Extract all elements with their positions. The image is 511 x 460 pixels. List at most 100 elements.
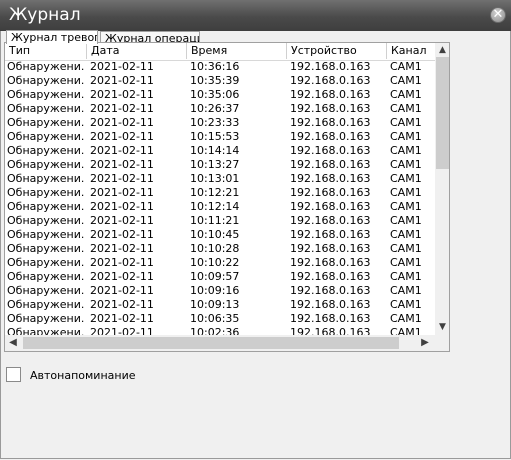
column-header-time[interactable]: Время xyxy=(187,43,287,59)
cell-type: Обнаружени... xyxy=(7,144,85,157)
cell-channel: CAM1 xyxy=(390,228,422,241)
cell-time: 10:14:14 xyxy=(190,144,240,157)
table-row[interactable]: Обнаружени... 2021-02-11 10:09:13 192.168.0… xyxy=(5,298,435,312)
cell-time: 10:09:57 xyxy=(190,270,240,283)
cell-time: 10:10:45 xyxy=(190,228,240,241)
cell-date: 2021-02-11 xyxy=(90,144,154,157)
table-row[interactable]: Обнаружени... 2021-02-11 10:14:14 192.168.0… xyxy=(5,144,435,158)
table-row[interactable]: Обнаружени... 2021-02-11 10:13:01 192.168.0… xyxy=(5,172,435,186)
table-row[interactable]: Обнаружени... 2021-02-11 10:35:39 192.168.0… xyxy=(5,74,435,88)
cell-device: 192.168.0.163 xyxy=(290,214,371,227)
cell-device: 192.168.0.163 xyxy=(290,144,371,157)
cell-channel: CAM1 xyxy=(390,242,422,255)
tab-alarm-log[interactable]: Журнал тревоги xyxy=(6,30,98,44)
cell-type: Обнаружени... xyxy=(7,158,85,171)
cell-channel: CAM1 xyxy=(390,270,422,283)
cell-time: 10:09:13 xyxy=(190,298,240,311)
scroll-up-arrow-icon[interactable]: ▲ xyxy=(435,43,449,57)
cell-type: Обнаружени... xyxy=(7,242,85,255)
cell-time: 10:09:16 xyxy=(190,284,240,297)
cell-date: 2021-02-11 xyxy=(90,298,154,311)
cell-channel: CAM1 xyxy=(390,284,422,297)
table-row[interactable]: Обнаружени... 2021-02-11 10:12:14 192.168.0… xyxy=(5,200,435,214)
cell-device: 192.168.0.163 xyxy=(290,186,371,199)
table-row[interactable]: Обнаружени... 2021-02-11 10:15:53 192.168.0… xyxy=(5,130,435,144)
table-row[interactable]: Обнаружени... 2021-02-11 10:13:27 192.168.0… xyxy=(5,158,435,172)
tab-label: Журнал тревоги xyxy=(11,31,98,44)
cell-time: 10:23:33 xyxy=(190,116,240,129)
cell-time: 10:12:21 xyxy=(190,186,240,199)
cell-date: 2021-02-11 xyxy=(90,102,154,115)
table-row[interactable]: Обнаружени... 2021-02-11 10:11:21 192.168.0… xyxy=(5,214,435,228)
column-header-channel[interactable]: Канал xyxy=(387,43,435,59)
cell-date: 2021-02-11 xyxy=(90,256,154,269)
scroll-left-arrow-icon[interactable]: ◀ xyxy=(5,335,21,351)
cell-type: Обнаружени... xyxy=(7,74,85,87)
log-table: Тип Дата Время Устройство Канал Обнаруже… xyxy=(4,42,450,352)
cell-date: 2021-02-11 xyxy=(90,158,154,171)
cell-date: 2021-02-11 xyxy=(90,228,154,241)
scroll-right-arrow-icon[interactable]: ▶ xyxy=(417,335,433,351)
cell-time: 10:36:16 xyxy=(190,60,240,73)
table-row[interactable]: Обнаружени... 2021-02-11 10:06:35 192.168.0… xyxy=(5,312,435,326)
table-header: Тип Дата Время Устройство Канал xyxy=(5,43,435,61)
cell-channel: CAM1 xyxy=(390,298,422,311)
cell-device: 192.168.0.163 xyxy=(290,270,371,283)
cell-type: Обнаружени... xyxy=(7,228,85,241)
cell-type: Обнаружени... xyxy=(7,270,85,283)
cell-device: 192.168.0.163 xyxy=(290,116,371,129)
cell-time: 10:35:39 xyxy=(190,74,240,87)
cell-type: Обнаружени... xyxy=(7,256,85,269)
cell-channel: CAM1 xyxy=(390,102,422,115)
table-row[interactable]: Обнаружени... 2021-02-11 10:09:57 192.168.0… xyxy=(5,270,435,284)
cell-type: Обнаружени... xyxy=(7,200,85,213)
cell-type: Обнаружени... xyxy=(7,130,85,143)
table-row[interactable]: Обнаружени... 2021-02-11 10:10:28 192.168.0… xyxy=(5,242,435,256)
cell-date: 2021-02-11 xyxy=(90,130,154,143)
cell-channel: CAM1 xyxy=(390,214,422,227)
cell-type: Обнаружени... xyxy=(7,172,85,185)
cell-date: 2021-02-11 xyxy=(90,284,154,297)
column-header-device[interactable]: Устройство xyxy=(287,43,387,59)
close-icon[interactable]: ✕ xyxy=(490,7,506,23)
table-row[interactable]: Обнаружени... 2021-02-11 10:23:33 192.168.0… xyxy=(5,116,435,130)
table-row[interactable]: Обнаружени... 2021-02-11 10:10:22 192.168.0… xyxy=(5,256,435,270)
cell-date: 2021-02-11 xyxy=(90,214,154,227)
cell-time: 10:10:22 xyxy=(190,256,240,269)
scroll-corner xyxy=(435,335,449,351)
cell-channel: CAM1 xyxy=(390,158,422,171)
cell-type: Обнаружени... xyxy=(7,312,85,325)
cell-date: 2021-02-11 xyxy=(90,88,154,101)
table-row[interactable]: Обнаружени... 2021-02-11 10:09:16 192.168.0… xyxy=(5,284,435,298)
table-row[interactable]: Обнаружени... 2021-02-11 10:35:06 192.168.0… xyxy=(5,88,435,102)
cell-device: 192.168.0.163 xyxy=(290,284,371,297)
cell-device: 192.168.0.163 xyxy=(290,130,371,143)
table-row[interactable]: Обнаружени... 2021-02-11 10:36:16 192.168.0… xyxy=(5,60,435,74)
vertical-scroll-thumb[interactable] xyxy=(436,57,449,169)
cell-time: 10:26:37 xyxy=(190,102,240,115)
cell-device: 192.168.0.163 xyxy=(290,158,371,171)
cell-type: Обнаружени... xyxy=(7,116,85,129)
cell-channel: CAM1 xyxy=(390,312,422,325)
auto-reminder-checkbox[interactable] xyxy=(6,367,21,382)
cell-date: 2021-02-11 xyxy=(90,60,154,73)
table-row[interactable]: Обнаружени... 2021-02-11 10:26:37 192.168.0… xyxy=(5,102,435,116)
column-header-type[interactable]: Тип xyxy=(5,43,87,59)
cell-device: 192.168.0.163 xyxy=(290,74,371,87)
table-row[interactable]: Обнаружени... 2021-02-11 10:12:21 192.168.0… xyxy=(5,186,435,200)
cell-device: 192.168.0.163 xyxy=(290,88,371,101)
cell-time: 10:06:35 xyxy=(190,312,240,325)
cell-time: 10:15:53 xyxy=(190,130,240,143)
cell-date: 2021-02-11 xyxy=(90,242,154,255)
title-bar: Журнал ✕ xyxy=(0,0,511,31)
cell-date: 2021-02-11 xyxy=(90,270,154,283)
column-header-date[interactable]: Дата xyxy=(87,43,187,59)
table-row[interactable]: Обнаружени... 2021-02-11 10:10:45 192.168.0… xyxy=(5,228,435,242)
scroll-down-arrow-icon[interactable]: ▼ xyxy=(435,320,449,334)
horizontal-scroll-thumb[interactable] xyxy=(23,337,399,349)
cell-time: 10:35:06 xyxy=(190,88,240,101)
cell-type: Обнаружени... xyxy=(7,88,85,101)
horizontal-scrollbar[interactable]: ◀ ▶ xyxy=(5,335,435,351)
vertical-scrollbar[interactable]: ▲ ▼ xyxy=(435,43,449,335)
cell-time: 10:12:14 xyxy=(190,200,240,213)
